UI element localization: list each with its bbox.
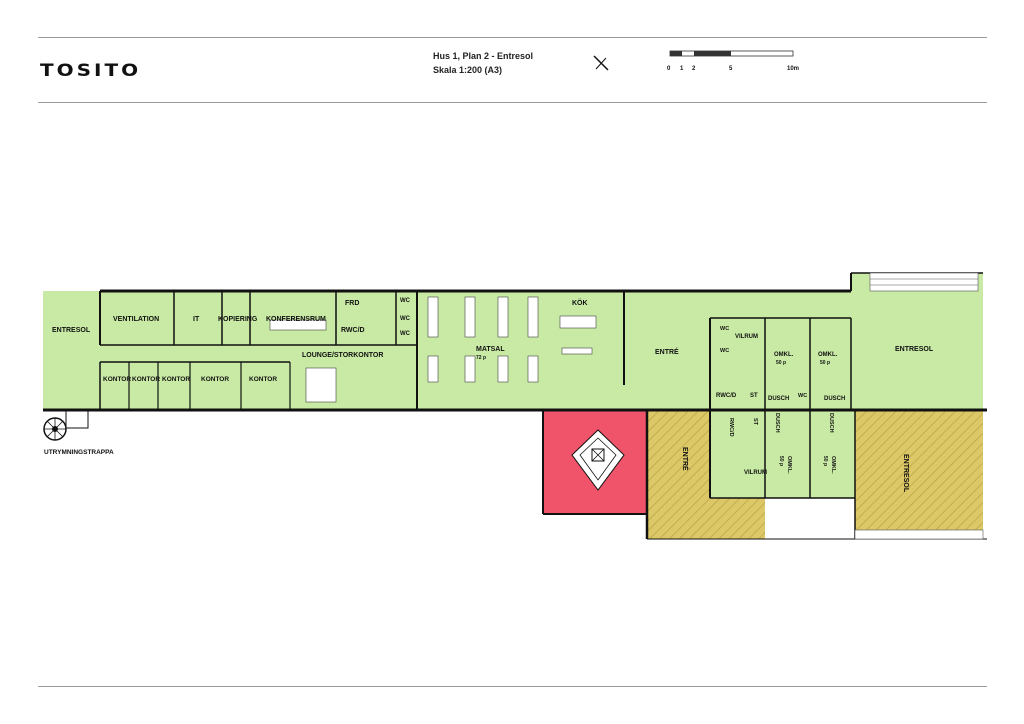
scale-bar: 0 1 2 5 10m xyxy=(667,50,799,72)
room-wc-1: WC xyxy=(400,298,411,304)
room-entresol-left: ENTRESOL xyxy=(52,327,91,334)
room-kontor-3: KONTOR xyxy=(162,376,190,383)
room-omkl-1: OMKL. xyxy=(774,352,794,358)
scale-tick: 10m xyxy=(787,66,799,72)
room-st-1: ST xyxy=(750,393,758,399)
scale-tick: 5 xyxy=(729,66,733,72)
room-ventilation: VENTILATION xyxy=(113,316,159,323)
room-omkl-3-capacity: 50 p xyxy=(778,456,784,466)
scale-tick: 0 xyxy=(667,66,671,72)
room-vilrum-2: VILRUM xyxy=(744,470,767,476)
room-entresol-right: ENTRESOL xyxy=(895,346,934,353)
room-omkl-4-capacity: 50 p xyxy=(822,456,828,466)
room-frd: FRD xyxy=(345,300,359,307)
room-entre-lower: ENTRÉ xyxy=(681,447,690,471)
scale-tick: 1 xyxy=(680,66,684,72)
room-omkl-1-capacity: 50 p xyxy=(776,360,786,366)
room-kontor-5: KONTOR xyxy=(249,376,277,383)
room-rwcd-2: RWC/D xyxy=(716,393,737,399)
room-rwcd-3: RWC/D xyxy=(728,418,734,437)
room-omkl-3: OMKL. xyxy=(786,456,792,474)
scale-tick: 2 xyxy=(692,66,696,72)
room-kontor-4: KONTOR xyxy=(201,376,229,383)
room-entresol-lower: ENTRESOL xyxy=(902,454,909,493)
room-wc-4: WC xyxy=(720,326,729,332)
room-kopiering: KOPIERING xyxy=(218,316,258,323)
room-kontor-1: KONTOR xyxy=(103,376,131,383)
label-utrymningstrappa: UTRYMNINGSTRAPPA xyxy=(44,449,114,456)
room-dusch-1: DUSCH xyxy=(768,396,789,402)
room-omkl-2: OMKL. xyxy=(818,352,838,358)
upper-right-wing xyxy=(851,273,983,410)
room-st-2: ST xyxy=(752,418,758,426)
spiral-stair-icon xyxy=(43,409,89,441)
room-wc-5: WC xyxy=(720,348,729,354)
room-dusch-3: DUSCH xyxy=(774,413,780,433)
room-dusch-2: DUSCH xyxy=(824,396,845,402)
room-wc-6: WC xyxy=(798,393,807,399)
room-omkl-2-capacity: 50 p xyxy=(820,360,830,366)
lower-entresol-area xyxy=(855,410,983,539)
floor-plan: 0 1 2 5 10m ENTRESOL VENTILATION IT KOPI… xyxy=(43,50,987,540)
room-omkl-4: OMKL. xyxy=(830,456,836,474)
room-dusch-4: DUSCH xyxy=(828,413,834,433)
room-konferensrum: KONFERENSRUM xyxy=(266,316,326,323)
room-rwcd-1: RWC/D xyxy=(341,327,365,334)
room-wc-3: WC xyxy=(400,331,411,337)
north-arrow-icon xyxy=(593,55,609,71)
room-it: IT xyxy=(193,316,200,323)
room-wc-2: WC xyxy=(400,316,411,322)
room-kok: KÖK xyxy=(572,298,588,307)
room-matsal-capacity: 72 p xyxy=(476,355,486,361)
room-vilrum-1: VILRUM xyxy=(735,334,758,340)
room-kontor-2: KONTOR xyxy=(132,376,160,383)
room-lounge: LOUNGE/STORKONTOR xyxy=(302,352,383,359)
room-entre-top: ENTRÉ xyxy=(655,347,679,356)
room-matsal: MATSAL xyxy=(476,346,505,353)
